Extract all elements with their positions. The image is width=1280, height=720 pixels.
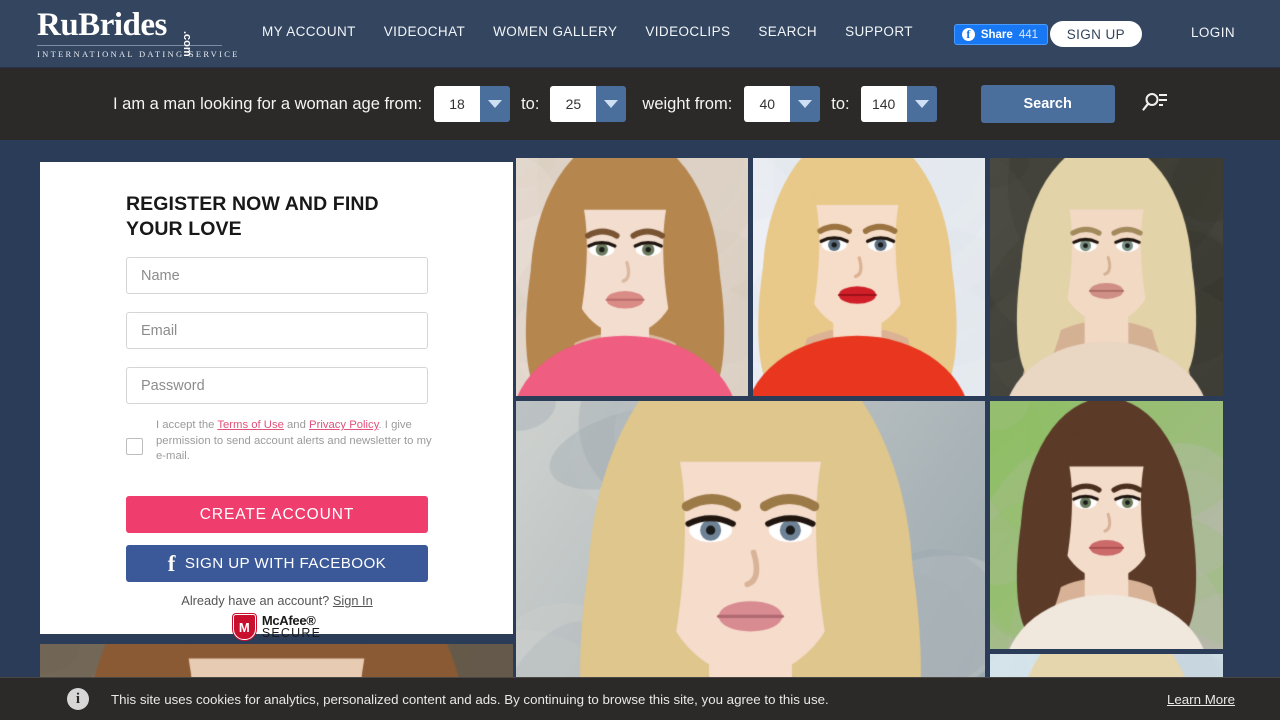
terms-of-use-link[interactable]: Terms of Use xyxy=(217,419,284,431)
photo-thumb-3[interactable] xyxy=(990,158,1223,396)
chevron-down-icon xyxy=(596,86,627,122)
advanced-search-icon[interactable] xyxy=(1141,91,1169,118)
password-input[interactable] xyxy=(126,367,428,404)
sign-in-link[interactable]: Sign In xyxy=(333,593,373,608)
site-header: RuBrides .com INTERNATIONAL DATING SERVIC… xyxy=(0,0,1280,68)
share-count: 441 xyxy=(1018,28,1038,41)
name-input[interactable] xyxy=(126,257,428,294)
already-have-account: Already have an account? Sign In xyxy=(126,593,428,608)
cookie-consent-banner: i This site uses cookies for analytics, … xyxy=(0,677,1280,720)
learn-more-link[interactable]: Learn More xyxy=(1167,692,1235,707)
chevron-down-icon xyxy=(906,86,937,122)
signup-with-facebook-button[interactable]: f SIGN UP WITH FACEBOOK xyxy=(126,545,428,582)
mcafee-line2: SECURE xyxy=(261,626,322,640)
nav-search[interactable]: SEARCH xyxy=(758,24,817,39)
registration-card: REGISTER NOW AND FIND YOUR LOVE I accept… xyxy=(40,162,513,640)
search-submit-button[interactable]: Search xyxy=(980,85,1115,123)
create-account-button[interactable]: CREATE ACCOUNT xyxy=(126,496,428,533)
weight-from-select[interactable]: 40 xyxy=(744,86,821,122)
weight-to-value: 140 xyxy=(860,86,907,122)
signup-button[interactable]: SIGN UP xyxy=(1049,21,1142,47)
logo-text: RuBride xyxy=(37,7,155,43)
mcafee-text: McAfee® SECURE xyxy=(261,614,322,640)
nav-support[interactable]: SUPPORT xyxy=(845,24,913,39)
logo-dotcom: .com xyxy=(181,31,193,57)
age-from-select[interactable]: 18 xyxy=(434,86,511,122)
logo-s: s xyxy=(154,7,168,43)
weight-from-value: 40 xyxy=(744,86,791,122)
chevron-down-icon xyxy=(480,86,511,122)
terms-row: I accept the Terms of Use and Privacy Po… xyxy=(126,418,434,465)
weight-label: weight from: xyxy=(642,94,733,113)
age-to-select[interactable]: 25 xyxy=(550,86,627,122)
weight-to-select[interactable]: 140 xyxy=(860,86,937,122)
login-link[interactable]: LOGIN xyxy=(1191,25,1235,40)
privacy-policy-link[interactable]: Privacy Policy xyxy=(309,419,378,431)
facebook-icon: f xyxy=(961,28,975,41)
photo-thumb-2[interactable] xyxy=(753,158,985,396)
terms-pre: I accept the xyxy=(156,419,218,431)
page-body: REGISTER NOW AND FIND YOUR LOVE I accept… xyxy=(0,140,1280,720)
facebook-icon: f xyxy=(167,550,176,576)
already-text: Already have an account? xyxy=(181,593,333,608)
email-input[interactable] xyxy=(126,312,428,349)
mcafee-shield-icon: M xyxy=(232,614,256,640)
cookie-message: This site uses cookies for analytics, pe… xyxy=(111,691,829,707)
nav-videoclips[interactable]: VIDEOCLIPS xyxy=(645,24,730,39)
age-from-value: 18 xyxy=(434,86,481,122)
quick-search-bar: I am a man looking for a woman age from:… xyxy=(0,68,1280,140)
chevron-down-icon xyxy=(790,86,821,122)
mcafee-secure-badge[interactable]: M McAfee® SECURE xyxy=(126,614,428,640)
nav-my-account[interactable]: MY ACCOUNT xyxy=(262,24,356,39)
main-navigation: MY ACCOUNT VIDEOCHAT WOMEN GALLERY VIDEO… xyxy=(262,24,913,39)
terms-text: I accept the Terms of Use and Privacy Po… xyxy=(156,418,434,465)
age-to-label: to: xyxy=(521,94,540,113)
photo-thumb-5[interactable] xyxy=(990,401,1223,649)
nav-women-gallery[interactable]: WOMEN GALLERY xyxy=(493,24,617,39)
weight-to-label: to: xyxy=(831,94,850,113)
facebook-button-label: SIGN UP WITH FACEBOOK xyxy=(184,555,387,572)
site-logo[interactable]: RuBrides .com INTERNATIONAL DATING SERVIC… xyxy=(37,7,237,59)
photo-thumb-1[interactable] xyxy=(516,158,748,396)
terms-mid: and xyxy=(283,419,310,431)
info-icon: i xyxy=(67,688,89,710)
facebook-share-button[interactable]: f Share 441 xyxy=(953,24,1048,45)
share-label: Share xyxy=(980,28,1013,41)
page-title: REGISTER NOW AND FIND YOUR LOVE xyxy=(126,193,379,240)
terms-checkbox[interactable] xyxy=(126,438,143,455)
nav-videochat[interactable]: VIDEOCHAT xyxy=(384,24,465,39)
age-to-value: 25 xyxy=(550,86,597,122)
logo-wordmark: RuBrides .com xyxy=(37,7,222,57)
search-lead-text: I am a man looking for a woman age from: xyxy=(113,94,423,113)
photo-feature-large[interactable] xyxy=(516,401,985,720)
